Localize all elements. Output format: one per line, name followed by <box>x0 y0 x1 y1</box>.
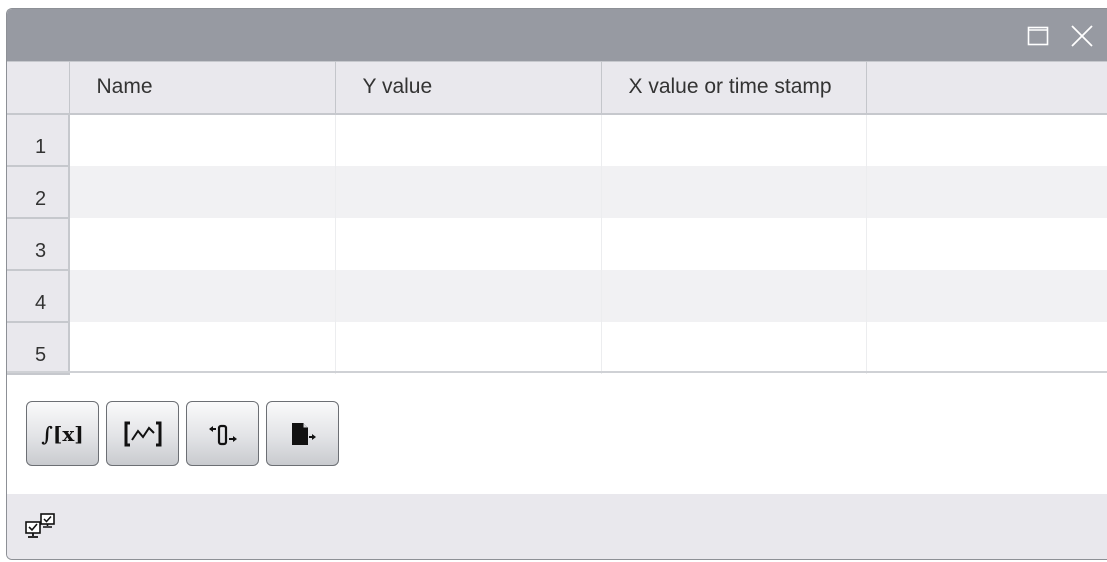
window-titlebar <box>7 9 1107 61</box>
cell-x-value[interactable] <box>601 165 867 218</box>
cell-name[interactable] <box>69 113 336 166</box>
ruler-move-button[interactable] <box>186 401 259 466</box>
column-header-name[interactable]: Name <box>69 61 336 115</box>
online-connection-icon <box>25 513 55 538</box>
cell-x-value[interactable] <box>601 113 867 166</box>
row-number[interactable]: 4 <box>7 269 70 323</box>
maximize-icon <box>1027 26 1049 46</box>
cell-y-value[interactable] <box>335 217 602 270</box>
cell-y-value[interactable] <box>335 269 602 322</box>
close-icon <box>1071 25 1093 47</box>
table-row[interactable]: 5 <box>7 321 1107 375</box>
cell-y-value[interactable] <box>335 165 602 218</box>
trend-companion-window: Name Y value X value or time stamp 1 2 3… <box>6 8 1107 560</box>
connection-status-button[interactable] <box>24 512 58 542</box>
trend-range-icon <box>124 421 161 446</box>
integral-button[interactable]: ∫[x] <box>26 401 99 466</box>
export-file-icon <box>291 422 316 445</box>
header-corner[interactable] <box>7 61 70 115</box>
row-number[interactable]: 2 <box>7 165 70 219</box>
cell-name[interactable] <box>69 269 336 322</box>
cell-empty <box>866 269 1107 322</box>
cell-empty <box>866 165 1107 218</box>
table-bottom-border <box>7 371 1107 373</box>
column-header-empty <box>866 61 1107 115</box>
cell-name[interactable] <box>69 217 336 270</box>
trend-range-button[interactable] <box>106 401 179 466</box>
close-button[interactable] <box>1069 23 1095 49</box>
cell-name[interactable] <box>69 321 336 374</box>
table-row[interactable]: 4 <box>7 269 1107 323</box>
cell-name[interactable] <box>69 165 336 218</box>
table-row[interactable]: 2 <box>7 165 1107 219</box>
table-row[interactable]: 1 <box>7 113 1107 167</box>
row-number[interactable]: 3 <box>7 217 70 271</box>
cell-y-value[interactable] <box>335 113 602 166</box>
table-header-row: Name Y value X value or time stamp <box>7 61 1107 115</box>
export-button[interactable] <box>266 401 339 466</box>
values-table: Name Y value X value or time stamp 1 2 3… <box>7 61 1107 375</box>
ruler-move-icon <box>208 424 237 445</box>
table-row[interactable]: 3 <box>7 217 1107 271</box>
column-header-y-value[interactable]: Y value <box>335 61 602 115</box>
cell-x-value[interactable] <box>601 321 867 374</box>
cell-x-value[interactable] <box>601 269 867 322</box>
cell-y-value[interactable] <box>335 321 602 374</box>
cell-x-value[interactable] <box>601 217 867 270</box>
cell-empty <box>866 113 1107 166</box>
status-bar <box>7 494 1107 559</box>
column-header-x-value[interactable]: X value or time stamp <box>601 61 867 115</box>
row-number[interactable]: 1 <box>7 113 70 167</box>
maximize-button[interactable] <box>1025 23 1051 49</box>
cell-empty <box>866 217 1107 270</box>
integral-icon: ∫[x] <box>41 421 84 446</box>
row-number[interactable]: 5 <box>7 321 70 375</box>
cell-empty <box>866 321 1107 374</box>
